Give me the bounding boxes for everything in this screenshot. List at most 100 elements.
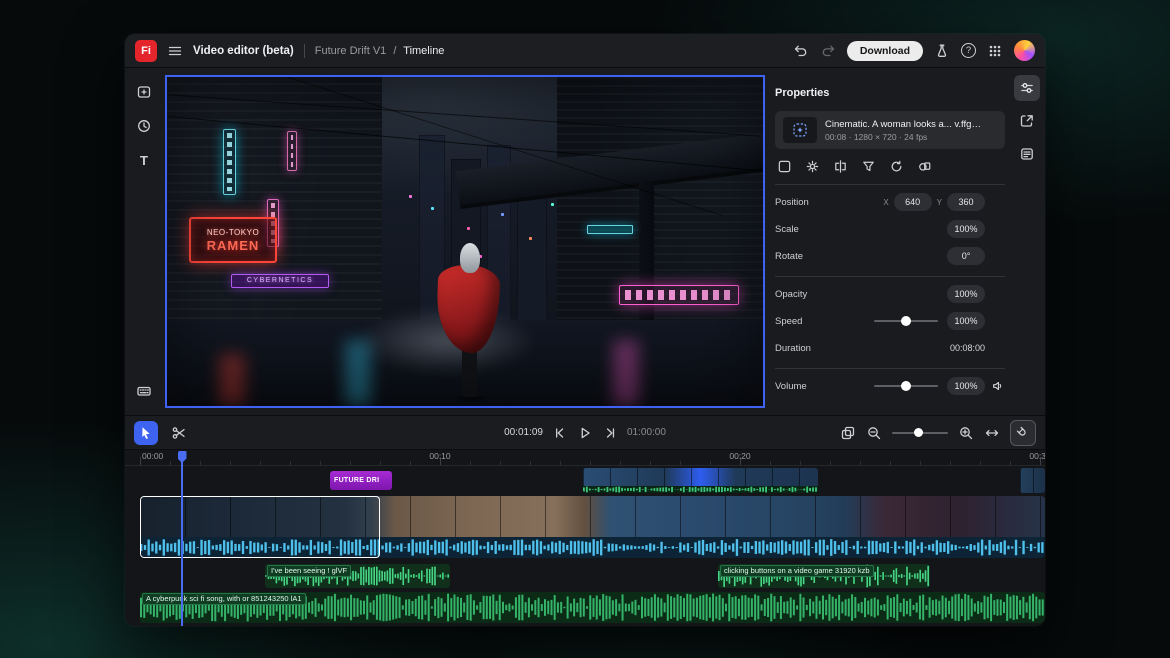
select-tool-button[interactable] (134, 421, 158, 445)
section-divider (775, 276, 1005, 277)
play-button[interactable] (577, 425, 593, 441)
video-clip-overlay[interactable] (583, 468, 818, 493)
left-toolbar: T (125, 68, 163, 415)
filmstrip-thumbnails (583, 468, 818, 486)
help-icon[interactable]: ? (961, 43, 976, 58)
timeline-ruler[interactable]: 00:00 00:10 00:20 00:30 (125, 450, 1045, 466)
zoom-slider[interactable] (892, 432, 948, 434)
history-clock-icon (136, 118, 152, 134)
history-button[interactable] (132, 114, 156, 138)
overlay-tracks-icon[interactable] (840, 425, 856, 441)
speaker-icon[interactable] (991, 379, 1005, 393)
total-duration: 01:00:00 (627, 427, 666, 438)
keyboard-shortcuts-button[interactable] (132, 379, 156, 403)
app-window: Fi Video editor (beta) Future Drift V1 /… (125, 34, 1045, 626)
clip-thumbnail (783, 117, 817, 143)
neon-sign-right-pink (619, 285, 739, 305)
video-preview[interactable]: NEO-TOKYO RAMEN CYBERNETICS (165, 75, 765, 408)
properties-tab-button[interactable] (1014, 75, 1040, 101)
redo-icon[interactable] (820, 43, 836, 59)
volume-slider-knob[interactable] (901, 381, 911, 391)
flip-icon[interactable] (833, 159, 848, 174)
clip-audio-waveform (583, 486, 818, 493)
speed-slider-knob[interactable] (901, 316, 911, 326)
clip-info-card[interactable]: Cinematic. A woman looks a... v.ffgenvid… (775, 111, 1005, 149)
undo-icon[interactable] (793, 43, 809, 59)
refresh-icon[interactable] (889, 159, 904, 174)
export-tab-button[interactable] (1014, 108, 1040, 134)
download-button[interactable]: Download (847, 41, 923, 61)
fit-timeline-button[interactable] (984, 425, 1000, 441)
music-clip-label: A cyberpunk sci fi song, with or 8512432… (142, 593, 306, 605)
position-y-input[interactable]: 360 (947, 193, 985, 211)
text-tool-button[interactable]: T (132, 148, 156, 172)
properties-panel: Properties Cinematic. A woman looks a...… (775, 75, 1005, 412)
speed-input[interactable]: 100% (947, 312, 985, 330)
split-tool-button[interactable] (167, 421, 191, 445)
main-video-clip[interactable] (140, 496, 1045, 558)
apps-grid-icon[interactable] (987, 43, 1003, 59)
figure-legs (462, 349, 477, 397)
street-reflection-red (219, 354, 245, 406)
playhead[interactable] (181, 451, 183, 626)
volume-slider[interactable] (874, 385, 938, 387)
timeline-toolbar: 00:01:09 01:00:00 (125, 416, 1045, 450)
zoom-slider-knob[interactable] (914, 428, 923, 437)
breadcrumb-separator: / (393, 45, 396, 57)
step-back-button[interactable] (552, 425, 568, 441)
sign-ramen-text: RAMEN (207, 238, 260, 253)
rotate-input[interactable]: 0° (947, 247, 985, 265)
position-x-input[interactable]: 640 (894, 193, 932, 211)
ruler-label: 00:10 (429, 451, 450, 461)
media-info-tab-button[interactable] (1014, 141, 1040, 167)
volume-input[interactable]: 100% (947, 377, 985, 395)
speed-slider[interactable] (874, 320, 938, 322)
sfx-clip-2[interactable]: clicking buttons on a video game 31920 k… (718, 564, 930, 588)
settings-gear-icon[interactable] (805, 159, 820, 174)
breadcrumb-project[interactable]: Future Drift V1 (315, 45, 387, 57)
desktop-background: Fi Video editor (beta) Future Drift V1 /… (0, 0, 1170, 658)
duration-label: Duration (775, 343, 950, 354)
text-clip-future-drift[interactable]: FUTURE DRI (330, 471, 392, 490)
top-bar-right: Download ? (793, 40, 1035, 61)
properties-title: Properties (775, 87, 1005, 99)
step-forward-button[interactable] (602, 425, 618, 441)
frame-icon[interactable] (777, 159, 792, 174)
timeline-view-controls (840, 420, 1036, 446)
video-clip-fragment[interactable] (1020, 468, 1045, 493)
duration-value: 00:08:00 (950, 343, 985, 353)
neon-sign-small-cyan (587, 225, 633, 234)
sfx-clip-2-label: clicking buttons on a video game 31920 k… (720, 565, 874, 577)
filter-icon[interactable] (861, 159, 876, 174)
timeline-tracks: FUTURE DRI (125, 466, 1045, 626)
rotate-label: Rotate (775, 251, 947, 262)
zoom-out-button[interactable] (866, 425, 882, 441)
neon-glyphs (227, 133, 232, 191)
firefly-logo[interactable]: Fi (135, 40, 157, 62)
add-media-icon (136, 84, 152, 100)
figure-red-cape (435, 264, 500, 354)
cursor-icon (138, 425, 154, 441)
music-clip[interactable]: A cyberpunk sci fi song, with or 8512432… (140, 592, 1045, 623)
playback-controls: 00:01:09 01:00:00 (504, 425, 666, 441)
section-divider (775, 184, 1005, 185)
magnet-icon (1015, 425, 1031, 441)
user-avatar[interactable] (1014, 40, 1035, 61)
beaker-icon[interactable] (934, 43, 950, 59)
woman-figure (435, 243, 505, 405)
scale-input[interactable]: 100% (947, 220, 985, 238)
neon-glyphs (625, 290, 733, 300)
scale-label: Scale (775, 224, 947, 235)
filmstrip-thumbnails (140, 496, 1045, 537)
sfx-clip-1[interactable]: I've been seeing ! glVF (265, 564, 450, 588)
title-divider (304, 44, 305, 58)
breadcrumb-page: Timeline (403, 45, 444, 57)
zoom-in-button[interactable] (958, 425, 974, 441)
neon-glyphs (291, 135, 293, 167)
add-media-button[interactable] (132, 80, 156, 104)
hamburger-menu-icon[interactable] (167, 43, 183, 59)
mask-icon[interactable] (917, 159, 932, 174)
opacity-input[interactable]: 100% (947, 285, 985, 303)
app-title: Video editor (beta) (193, 45, 294, 57)
snap-toggle-button[interactable] (1010, 420, 1036, 446)
